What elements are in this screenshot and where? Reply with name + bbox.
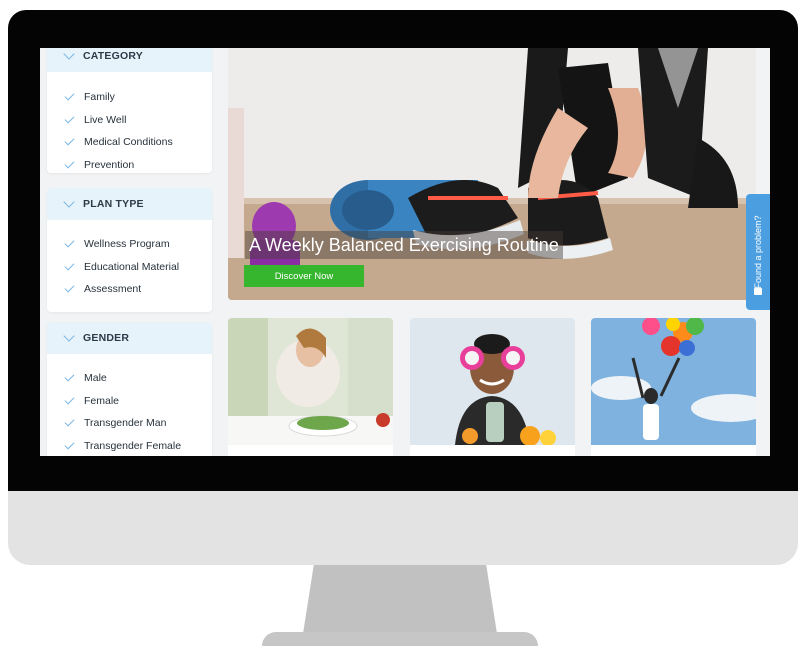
filter-item-wellness-program[interactable]: Wellness Program (63, 233, 212, 256)
filter-title: GENDER (83, 332, 130, 344)
filter-item-transgender-female[interactable]: Transgender Female (63, 435, 212, 457)
filter-item-label: Male (84, 372, 107, 385)
card-image-dragonfruit (410, 318, 575, 445)
hero-image (228, 48, 756, 300)
checkmark-icon (64, 371, 75, 382)
filter-item-label: Medical Conditions (84, 136, 173, 149)
filter-list: Family Live Well Medical Conditions Prev… (47, 72, 212, 173)
filter-item-label: Female (84, 394, 120, 407)
filter-item-label: Transgender Female (84, 439, 182, 452)
filter-item-label: Assessment (84, 283, 142, 296)
filter-item-prevention[interactable]: Prevention (63, 154, 212, 174)
monitor-stand (302, 565, 498, 640)
checkmark-icon (64, 416, 75, 427)
filter-item-assessment[interactable]: Assessment (63, 278, 212, 301)
hero-banner[interactable]: A Weekly Balanced Exercising Routine Dis… (228, 48, 756, 300)
checkmark-icon (64, 282, 75, 293)
checkmark-icon (64, 439, 75, 450)
checkmark-icon (64, 90, 75, 101)
filter-item-female[interactable]: Female (63, 390, 212, 413)
filter-item-label: Transgender Man (84, 417, 167, 430)
card-image-balloons (591, 318, 756, 445)
filter-item-label: Live Well (84, 113, 127, 126)
filter-title: PLAN TYPE (83, 198, 144, 210)
monitor-chin (8, 491, 798, 565)
monitor-stand-base (262, 632, 538, 646)
filter-title: CATEGORY (83, 50, 143, 62)
checkmark-icon (64, 113, 75, 124)
filter-card-category: CATEGORY Family Live Well Medical Condit… (47, 48, 212, 173)
discover-now-button[interactable]: Discover Now (244, 265, 364, 287)
filter-item-label: Educational Material (84, 260, 180, 273)
chevron-down-icon (63, 196, 75, 208)
checkmark-icon (64, 260, 75, 271)
chevron-down-icon (63, 48, 75, 60)
filter-item-label: Prevention (84, 158, 135, 171)
hero-title: A Weekly Balanced Exercising Routine (245, 231, 563, 259)
card-image-salad (228, 318, 393, 445)
filter-item-transgender-man[interactable]: Transgender Man (63, 412, 212, 435)
screen: CATEGORY Family Live Well Medical Condit… (40, 48, 770, 456)
checkmark-icon (64, 158, 75, 169)
filter-item-educational-material[interactable]: Educational Material (63, 256, 212, 279)
feedback-label: Found a problem? (753, 215, 763, 289)
filter-item-medical-conditions[interactable]: Medical Conditions (63, 131, 212, 154)
checkmark-icon (64, 394, 75, 405)
filter-item-live-well[interactable]: Live Well (63, 109, 212, 132)
filter-item-label: Family (84, 91, 115, 104)
chat-icon (754, 288, 762, 295)
article-card-healthy-eating[interactable] (228, 318, 393, 456)
filter-header-plan-type[interactable]: PLAN TYPE (47, 188, 212, 220)
checkmark-icon (64, 135, 75, 146)
filter-card-gender: GENDER Male Female Transgender Man Trans… (47, 322, 212, 456)
filter-list: Wellness Program Educational Material As… (47, 220, 212, 307)
checkmark-icon (64, 237, 75, 248)
filter-list: Male Female Transgender Man Transgender … (47, 354, 212, 456)
filter-header-category[interactable]: CATEGORY (47, 48, 212, 72)
filter-item-family[interactable]: Family (63, 86, 212, 109)
article-card-fruit[interactable] (410, 318, 575, 456)
filter-item-male[interactable]: Male (63, 367, 212, 390)
chevron-down-icon (63, 330, 75, 342)
article-card-freedom[interactable] (591, 318, 756, 456)
feedback-tab[interactable]: Found a problem? (746, 194, 770, 310)
filter-item-label: Wellness Program (84, 238, 170, 251)
filter-header-gender[interactable]: GENDER (47, 322, 212, 354)
filter-card-plan-type: PLAN TYPE Wellness Program Educational M… (47, 188, 212, 312)
